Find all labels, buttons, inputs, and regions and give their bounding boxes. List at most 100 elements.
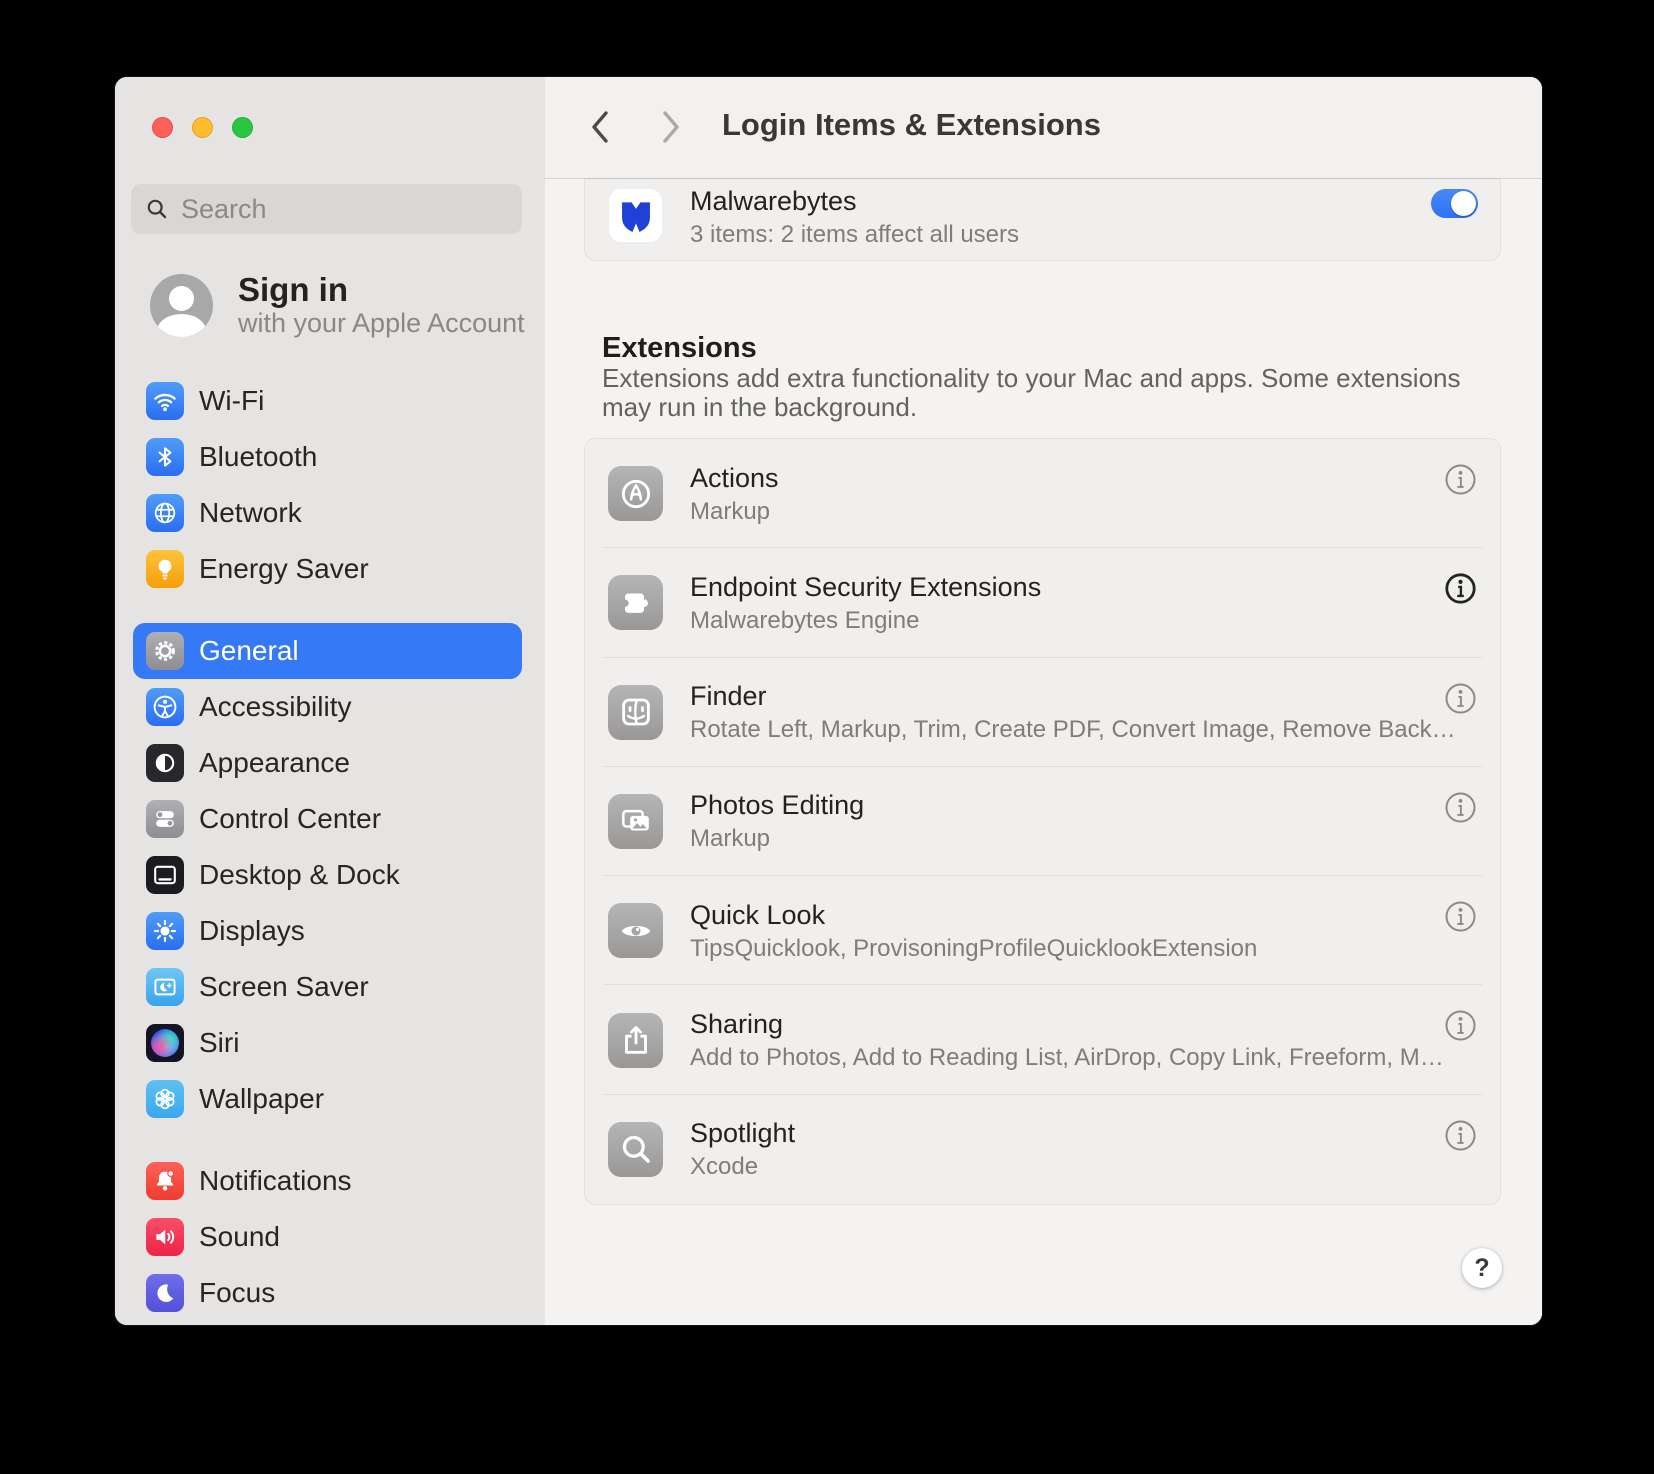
sidebar-item-label: Siri: [199, 1027, 239, 1059]
sidebar-item-network[interactable]: Network: [133, 485, 522, 541]
sidebar-item-wifi[interactable]: Wi-Fi: [133, 373, 522, 429]
sidebar-item-label: Notifications: [199, 1165, 352, 1197]
control-center-icon: [146, 800, 184, 838]
chevron-right-icon: [660, 109, 682, 145]
info-button[interactable]: [1444, 900, 1477, 933]
globe-icon: [146, 494, 184, 532]
sidebar-item-label: General: [199, 635, 299, 667]
info-button[interactable]: [1444, 1119, 1477, 1152]
bell-icon: [146, 1162, 184, 1200]
sidebar-item-energy-saver[interactable]: Energy Saver: [133, 541, 522, 597]
sidebar-item-wallpaper[interactable]: Wallpaper: [133, 1071, 522, 1127]
wifi-icon: [146, 382, 184, 420]
sidebar: Search Sign in with your Apple Account W…: [115, 77, 545, 1325]
toggle-knob: [1451, 191, 1476, 216]
extension-detail: TipsQuicklook, ProvisoningProfileQuicklo…: [690, 935, 1257, 962]
sidebar-item-label: Displays: [199, 915, 305, 947]
extension-detail: Markup: [690, 498, 779, 525]
traffic-lights: [152, 117, 253, 138]
search-icon: [145, 197, 169, 221]
finder-icon: [608, 685, 663, 740]
sidebar-item-bluetooth[interactable]: Bluetooth: [133, 429, 522, 485]
extension-detail: Rotate Left, Markup, Trim, Create PDF, C…: [690, 716, 1410, 743]
help-button[interactable]: ?: [1462, 1248, 1502, 1288]
forward-button[interactable]: [654, 105, 688, 149]
extension-name: Photos Editing: [690, 790, 864, 820]
sidebar-item-sound[interactable]: Sound: [133, 1209, 522, 1265]
extension-row-quick-look[interactable]: Quick Look TipsQuicklook, ProvisoningPro…: [585, 876, 1500, 985]
sidebar-item-label: Appearance: [199, 747, 350, 779]
sidebar-item-control-center[interactable]: Control Center: [133, 791, 522, 847]
extension-name: Sharing: [690, 1009, 1410, 1039]
flower-icon: [146, 1080, 184, 1118]
extension-name: Actions: [690, 463, 779, 493]
content-header: Login Items & Extensions: [545, 77, 1542, 179]
back-button[interactable]: [583, 105, 617, 149]
search-placeholder: Search: [181, 194, 267, 225]
system-settings-window: Search Sign in with your Apple Account W…: [115, 77, 1542, 1325]
malwarebytes-toggle[interactable]: [1431, 189, 1478, 218]
extension-name: Endpoint Security Extensions: [690, 572, 1041, 602]
sidebar-item-notifications[interactable]: Notifications: [133, 1153, 522, 1209]
info-button[interactable]: [1444, 463, 1477, 496]
sidebar-item-displays[interactable]: Displays: [133, 903, 522, 959]
extension-row-sharing[interactable]: Sharing Add to Photos, Add to Reading Li…: [585, 985, 1500, 1094]
sidebar-item-focus[interactable]: Focus: [133, 1265, 522, 1321]
minimize-button[interactable]: [192, 117, 213, 138]
extension-detail: Add to Photos, Add to Reading List, AirD…: [690, 1044, 1410, 1071]
sidebar-item-screen-saver[interactable]: Screen Saver: [133, 959, 522, 1015]
desktop-dock-icon: [146, 856, 184, 894]
accessibility-icon: [146, 688, 184, 726]
moon-icon: [146, 1274, 184, 1312]
extension-name: Finder: [690, 681, 1410, 711]
magnifier-icon: [608, 1122, 663, 1177]
screenshot-canvas: { "header": { "title": "Login Items & Ex…: [0, 0, 1654, 1474]
page-title: Login Items & Extensions: [722, 107, 1101, 143]
info-button-emphasized[interactable]: [1444, 572, 1477, 605]
gear-icon: [146, 632, 184, 670]
extensions-description: Extensions add extra functionality to yo…: [602, 364, 1482, 422]
chevron-left-icon: [589, 109, 611, 145]
close-button[interactable]: [152, 117, 173, 138]
info-button[interactable]: [1444, 791, 1477, 824]
extension-row-finder[interactable]: Finder Rotate Left, Markup, Trim, Create…: [585, 658, 1500, 767]
bluetooth-icon: [146, 438, 184, 476]
extension-row-endpoint-security[interactable]: Endpoint Security Extensions Malwarebyte…: [585, 548, 1500, 657]
extension-row-spotlight[interactable]: Spotlight Xcode: [585, 1095, 1500, 1204]
extension-name: Quick Look: [690, 900, 1257, 930]
sidebar-item-siri[interactable]: Siri: [133, 1015, 522, 1071]
puzzle-icon: [608, 575, 663, 630]
content-pane: Login Items & Extensions Malwarebytes 3 …: [545, 77, 1542, 1325]
login-item-name: Malwarebytes: [690, 185, 857, 217]
login-item-row-malwarebytes[interactable]: Malwarebytes 3 items: 2 items affect all…: [585, 179, 1500, 260]
share-icon: [608, 1013, 663, 1068]
screen-saver-icon: [146, 968, 184, 1006]
search-input[interactable]: Search: [131, 184, 522, 234]
zoom-button[interactable]: [232, 117, 253, 138]
appearance-icon: [146, 744, 184, 782]
content-scroll-area[interactable]: Malwarebytes 3 items: 2 items affect all…: [545, 179, 1542, 1325]
extension-detail: Markup: [690, 825, 864, 852]
info-button[interactable]: [1444, 1009, 1477, 1042]
help-button-label: ?: [1474, 1254, 1489, 1283]
sidebar-item-appearance[interactable]: Appearance: [133, 735, 522, 791]
sign-in-subtitle: with your Apple Account: [238, 308, 525, 339]
sidebar-item-accessibility[interactable]: Accessibility: [133, 679, 522, 735]
sidebar-item-label: Desktop & Dock: [199, 859, 400, 891]
sidebar-item-desktop-dock[interactable]: Desktop & Dock: [133, 847, 522, 903]
siri-orb-icon: [146, 1024, 184, 1062]
info-button[interactable]: [1444, 682, 1477, 715]
sidebar-item-label: Network: [199, 497, 302, 529]
sun-icon: [146, 912, 184, 950]
sidebar-item-label: Wi-Fi: [199, 385, 264, 417]
extension-row-actions[interactable]: Actions Markup: [585, 439, 1500, 548]
eye-icon: [608, 903, 663, 958]
sidebar-group-gap: [133, 597, 522, 623]
photos-icon: [608, 794, 663, 849]
sidebar-item-label: Energy Saver: [199, 553, 369, 585]
extension-row-photos-editing[interactable]: Photos Editing Markup: [585, 767, 1500, 876]
sign-in-row[interactable]: Sign in with your Apple Account: [150, 272, 525, 339]
sidebar-item-label: Screen Saver: [199, 971, 369, 1003]
login-item-detail: 3 items: 2 items affect all users: [690, 221, 1019, 249]
sidebar-item-general[interactable]: General: [133, 623, 522, 679]
